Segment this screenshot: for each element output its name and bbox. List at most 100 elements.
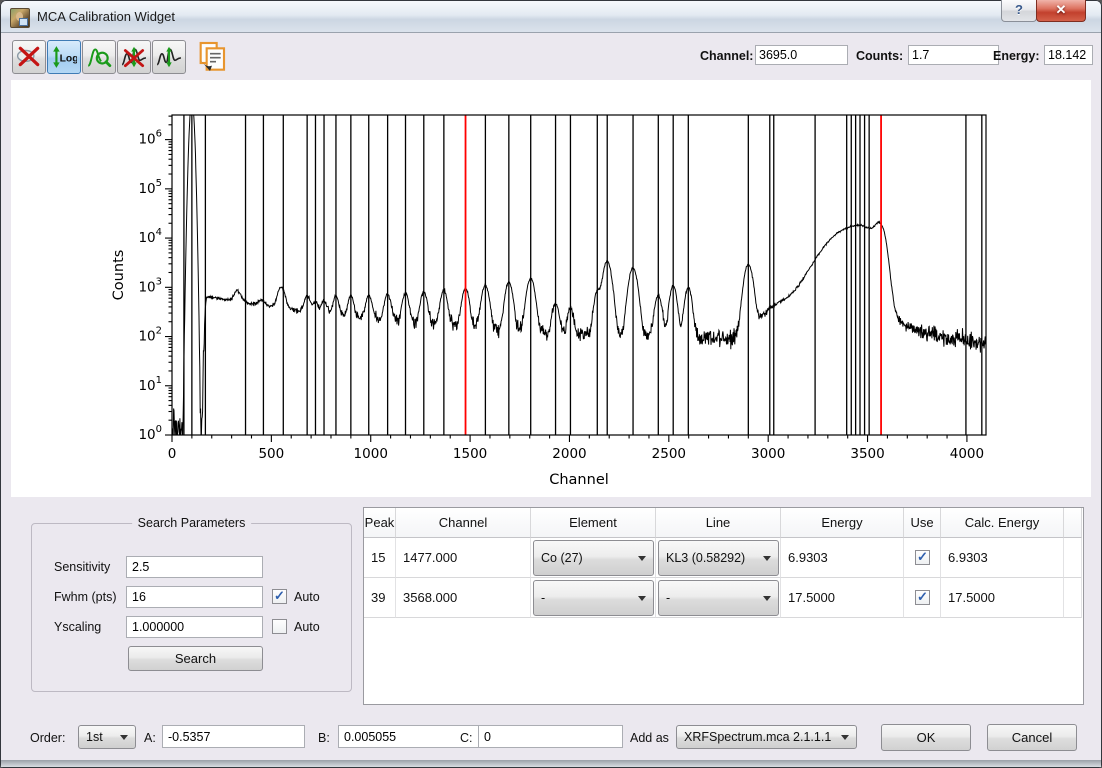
fwhm-auto-label: Auto <box>294 590 320 604</box>
app-icon <box>10 8 30 28</box>
title-bar[interactable]: MCA Calibration Widget <box>1 1 1101 33</box>
check-icon: ✓ <box>917 549 928 564</box>
peak-search-button[interactable] <box>152 40 186 74</box>
peak-table: PeakChannelElementLineEnergyUseCalc. Ene… <box>363 507 1084 705</box>
cell-peak: 39 <box>364 578 396 618</box>
channel-readout-field[interactable] <box>755 45 848 65</box>
chevron-down-icon <box>841 735 849 740</box>
svg-text:3000: 3000 <box>751 446 785 462</box>
yscaling-label: Yscaling <box>54 620 101 634</box>
order-label: Order: <box>30 731 65 745</box>
column-header-line[interactable]: Line <box>656 508 781 538</box>
cell-stub <box>1064 538 1082 578</box>
svg-text:102: 102 <box>138 326 162 345</box>
svg-text:101: 101 <box>138 375 162 394</box>
check-icon: ✓ <box>274 588 285 603</box>
cell-stub <box>1064 578 1082 618</box>
column-header-element[interactable]: Element <box>531 508 656 538</box>
add-as-label: Add as <box>630 731 669 745</box>
column-header-channel[interactable]: Channel <box>396 508 531 538</box>
column-header-energy[interactable]: Energy <box>781 508 904 538</box>
svg-text:106: 106 <box>138 129 162 148</box>
window-title: MCA Calibration Widget <box>37 9 175 24</box>
check-icon: ✓ <box>917 589 928 604</box>
spectrum-plot-canvas[interactable]: 0 500 1000 1500 2000 2500 3000 3500 4000 100 101 10… <box>11 80 1091 497</box>
svg-text:4000: 4000 <box>950 446 984 462</box>
svg-text:0: 0 <box>168 446 177 462</box>
use-checkbox[interactable]: ✓ <box>915 590 930 605</box>
element-combo[interactable]: - <box>533 580 654 616</box>
sensitivity-input[interactable] <box>126 556 263 578</box>
yscaling-input[interactable] <box>126 616 263 638</box>
mca-calibration-window: MCA Calibration Widget ? ✕ Log <box>0 0 1102 768</box>
chevron-down-icon <box>638 596 646 601</box>
svg-text:2000: 2000 <box>552 446 586 462</box>
add-as-combo[interactable]: XRFSpectrum.mca 2.1.1.1 <box>676 725 857 749</box>
column-header-calc-energy[interactable]: Calc. Energy <box>941 508 1064 538</box>
cancel-button[interactable]: Cancel <box>987 724 1077 751</box>
line-combo-value: KL3 (0.58292) <box>666 551 745 565</box>
sensitivity-label: Sensitivity <box>54 560 110 574</box>
column-header-peak[interactable]: Peak <box>364 508 396 538</box>
yscaling-auto-label: Auto <box>294 620 320 634</box>
line-combo[interactable]: - <box>658 580 779 616</box>
column-header-use[interactable]: Use <box>904 508 941 538</box>
svg-text:105: 105 <box>138 178 162 197</box>
cell-calc_energy: 6.9303 <box>941 538 1064 578</box>
channel-readout-label: Channel: <box>700 49 753 63</box>
svg-text:1000: 1000 <box>354 446 388 462</box>
chevron-down-icon <box>120 735 128 740</box>
svg-text:103: 103 <box>138 276 162 295</box>
chevron-down-icon <box>638 556 646 561</box>
ok-button[interactable]: OK <box>881 724 971 751</box>
cell-energy: 17.5000 <box>781 578 904 618</box>
search-parameters-group: Search Parameters Sensitivity Fwhm (pts)… <box>31 523 352 692</box>
coef-c-input[interactable] <box>478 725 623 748</box>
spectrum-plot[interactable]: 0 500 1000 1500 2000 2500 3000 3500 4000 100 101 10… <box>11 80 1091 497</box>
spectrum-line <box>172 102 986 435</box>
order-combo[interactable]: 1st <box>78 725 136 749</box>
coef-a-label: A: <box>144 731 156 745</box>
energy-readout-field[interactable] <box>1044 45 1093 65</box>
column-header-stub[interactable] <box>1064 508 1082 538</box>
element-combo-value: - <box>541 591 545 605</box>
svg-text:3500: 3500 <box>850 446 884 462</box>
element-combo-value: Co (27) <box>541 551 583 565</box>
svg-text:100: 100 <box>138 424 162 443</box>
svg-text:2500: 2500 <box>652 446 686 462</box>
coef-a-input[interactable] <box>162 725 305 748</box>
cell-channel: 3568.000 <box>396 578 531 618</box>
peak-marker-lines[interactable] <box>184 115 982 435</box>
cell-peak: 15 <box>364 538 396 578</box>
line-combo[interactable]: KL3 (0.58292) <box>658 540 779 576</box>
help-button[interactable]: ? <box>1001 0 1037 22</box>
clipboard-copy-icon <box>196 60 228 77</box>
x-axis-label: Channel <box>549 472 609 488</box>
cell-channel: 1477.000 <box>396 538 531 578</box>
counts-readout-label: Counts: <box>856 49 903 63</box>
cell-calc_energy: 17.5000 <box>941 578 1064 618</box>
svg-text:1500: 1500 <box>453 446 487 462</box>
clear-peak-markers-button[interactable] <box>117 40 151 74</box>
zoom-reset-button[interactable] <box>12 40 46 74</box>
line-combo-value: - <box>666 591 670 605</box>
counts-readout-field[interactable] <box>908 45 999 65</box>
y-axis-label: Counts <box>111 250 127 301</box>
element-combo[interactable]: Co (27) <box>533 540 654 576</box>
copy-to-clipboard-button[interactable] <box>196 41 228 73</box>
coef-b-label: B: <box>318 731 330 745</box>
window-bottom-frame <box>1 760 1101 767</box>
fwhm-auto-checkbox[interactable]: ✓ <box>272 589 287 604</box>
log-scale-toggle[interactable]: Log <box>47 40 81 74</box>
order-combo-value: 1st <box>86 730 103 744</box>
axis-tick-labels: 0 500 1000 1500 2000 2500 3000 3500 4000 100 101 10… <box>138 129 984 462</box>
fwhm-input[interactable] <box>126 586 263 608</box>
search-button[interactable]: Search <box>128 646 263 671</box>
svg-text:500: 500 <box>258 446 284 462</box>
plot-frame <box>172 115 986 435</box>
cell-energy: 6.9303 <box>781 538 904 578</box>
yscaling-auto-checkbox[interactable] <box>272 619 287 634</box>
close-button[interactable]: ✕ <box>1036 0 1086 22</box>
use-checkbox[interactable]: ✓ <box>915 550 930 565</box>
zoom-peak-button[interactable] <box>82 40 116 74</box>
